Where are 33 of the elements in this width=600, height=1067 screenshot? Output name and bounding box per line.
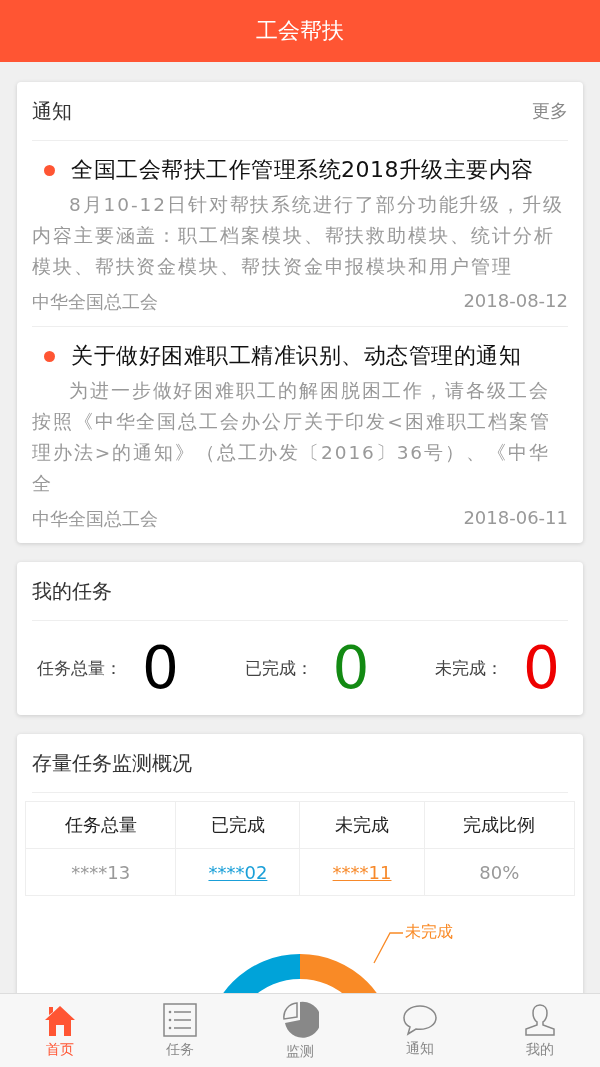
stat-value: 0	[142, 639, 179, 697]
notice-source: 中华全国总工会	[32, 290, 158, 314]
notice-title[interactable]: 全国工会帮扶工作管理系统2018升级主要内容	[71, 155, 534, 185]
card-title: 我的任务	[32, 577, 112, 605]
stat-label: 已完成：	[244, 656, 313, 680]
tab-button[interactable]: 监测	[240, 994, 360, 1067]
notice-summary: 8月10-12日针对帮扶系统进行了部分功能升级，升级内容主要涵盖：职工档案模块、帮扶救助模块、统计分析模块、帮扶资金模块、帮扶资金申报模块和用户管理	[32, 193, 565, 279]
more-link[interactable]: 更多	[532, 99, 568, 123]
column-header: 已完成	[175, 801, 300, 849]
cell-text: ****13	[71, 861, 131, 883]
tab-button[interactable]: 任务	[120, 994, 240, 1067]
cell-text: 80%	[479, 861, 520, 883]
column-header: 未完成	[300, 801, 425, 849]
stat-label: 任务总量：	[37, 656, 122, 680]
tab-button[interactable]: 我的	[480, 994, 600, 1067]
notice-date: 2018-08-12	[463, 290, 568, 313]
stat-value: 0	[523, 639, 560, 697]
page-title: 工会帮扶	[256, 17, 344, 45]
count-link[interactable]: ****02	[208, 861, 268, 883]
notice-source: 中华全国总工会	[32, 507, 158, 531]
stat-value: 0	[332, 639, 370, 697]
column-header: 任务总量	[25, 801, 176, 849]
tab-button[interactable]: 通知	[360, 994, 480, 1067]
card-title: 通知	[32, 97, 72, 125]
stat-label: 未完成：	[435, 656, 504, 680]
card-title: 存量任务监测概况	[32, 749, 192, 777]
notice-title[interactable]: 关于做好困难职工精准识别、动态管理的通知	[71, 341, 521, 371]
count-link[interactable]: ****11	[332, 861, 392, 883]
notice-date: 2018-06-11	[463, 507, 568, 530]
column-header: 完成比例	[424, 801, 575, 849]
tab-button[interactable]: 首页	[0, 994, 120, 1067]
chart-label: 未完成	[405, 922, 453, 943]
notice-summary: 为进一步做好困难职工的解困脱困工作，请各级工会按照《中华全国总工会办公厅关于印发<困难职工档案管理办法>的通知》（总工办发〔2016〕36号）、《中华全	[32, 379, 552, 496]
